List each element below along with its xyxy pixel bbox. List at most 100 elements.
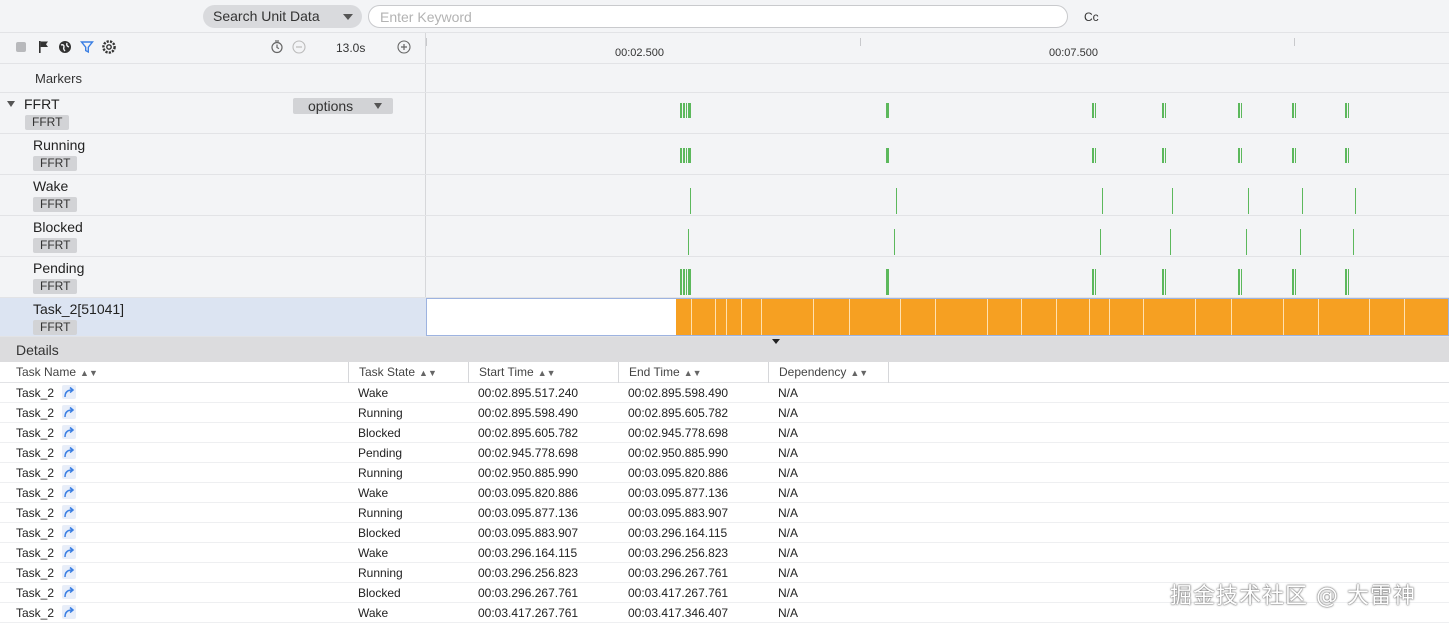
- trace-slice[interactable]: [1092, 269, 1094, 295]
- trace-slice[interactable]: [1355, 188, 1356, 214]
- trace-slice[interactable]: [1172, 188, 1173, 214]
- trace-slice[interactable]: [1292, 103, 1294, 118]
- trace-slice[interactable]: [680, 148, 682, 163]
- zoom-in-icon[interactable]: [397, 40, 411, 54]
- jump-to-icon[interactable]: [62, 385, 76, 399]
- lane-task-2[interactable]: [426, 298, 1449, 337]
- task-slice[interactable]: [1284, 299, 1319, 335]
- table-row[interactable]: Task_2 Wake 00:03.095.820.886 00:03.095.877…: [0, 483, 1449, 503]
- trace-slice[interactable]: [1162, 103, 1164, 118]
- trace-slice[interactable]: [1238, 103, 1240, 118]
- trace-slice[interactable]: [894, 229, 895, 255]
- trace-slice[interactable]: [1295, 148, 1296, 163]
- task-slice[interactable]: [1110, 299, 1144, 335]
- jump-to-icon[interactable]: [62, 505, 76, 519]
- trace-slice[interactable]: [1348, 103, 1349, 118]
- trace-slice[interactable]: [1238, 148, 1240, 163]
- trace-slice[interactable]: [686, 269, 687, 295]
- task-slice[interactable]: [901, 299, 936, 335]
- trace-slice[interactable]: [1295, 269, 1296, 295]
- trace-slice[interactable]: [1248, 188, 1249, 214]
- details-header[interactable]: Details: [0, 337, 1449, 362]
- trace-slice[interactable]: [1348, 148, 1349, 163]
- trace-slice[interactable]: [1345, 148, 1347, 163]
- trace-slice[interactable]: [688, 103, 691, 118]
- zoom-out-icon[interactable]: [292, 40, 306, 54]
- trace-slice[interactable]: [886, 148, 889, 163]
- track-running[interactable]: Running FFRT: [0, 134, 426, 175]
- trace-slice[interactable]: [1345, 269, 1347, 295]
- task-slice[interactable]: [716, 299, 727, 335]
- task-slice[interactable]: [850, 299, 901, 335]
- task-slice[interactable]: [814, 299, 850, 335]
- trace-slice[interactable]: [1095, 269, 1096, 295]
- expand-triangle-icon[interactable]: [7, 101, 15, 107]
- trace-slice[interactable]: [1170, 229, 1171, 255]
- lane-pending[interactable]: [426, 257, 1449, 298]
- lane-wake[interactable]: [426, 175, 1449, 216]
- trace-slice[interactable]: [1092, 103, 1094, 118]
- jump-to-icon[interactable]: [62, 605, 76, 619]
- search-input[interactable]: [368, 5, 1068, 28]
- trace-slice[interactable]: [1165, 148, 1166, 163]
- case-sensitive-toggle[interactable]: Cc: [1084, 10, 1099, 24]
- sort-icon[interactable]: ▲▼: [80, 368, 98, 378]
- task-slice[interactable]: [1232, 299, 1284, 335]
- trace-slice[interactable]: [1302, 188, 1303, 214]
- time-ruler[interactable]: 00:02.500 00:07.500: [426, 33, 1449, 64]
- trace-slice[interactable]: [1345, 103, 1347, 118]
- trace-slice[interactable]: [1095, 103, 1096, 118]
- lane-blocked[interactable]: [426, 216, 1449, 257]
- task-slice[interactable]: [1196, 299, 1232, 335]
- track-wake[interactable]: Wake FFRT: [0, 175, 426, 216]
- column-start-time[interactable]: Start Time ▲▼: [469, 362, 619, 383]
- trace-slice[interactable]: [1246, 229, 1247, 255]
- trace-slice[interactable]: [1095, 148, 1096, 163]
- trace-slice[interactable]: [886, 103, 889, 118]
- trace-slice[interactable]: [690, 188, 691, 214]
- trace-slice[interactable]: [1102, 188, 1103, 214]
- jump-to-icon[interactable]: [62, 465, 76, 479]
- trace-slice[interactable]: [683, 148, 685, 163]
- trace-slice[interactable]: [1162, 148, 1164, 163]
- lane-running[interactable]: [426, 134, 1449, 175]
- options-dropdown[interactable]: options: [293, 98, 393, 114]
- trace-slice[interactable]: [1165, 269, 1166, 295]
- task-slice[interactable]: [1057, 299, 1090, 335]
- trace-slice[interactable]: [688, 229, 689, 255]
- trace-slice[interactable]: [1238, 269, 1240, 295]
- trace-slice[interactable]: [1241, 103, 1242, 118]
- sort-icon[interactable]: ▲▼: [684, 368, 702, 378]
- settings-icon[interactable]: [102, 40, 116, 54]
- jump-to-icon[interactable]: [62, 585, 76, 599]
- trace-slice[interactable]: [1241, 148, 1242, 163]
- trace-slice[interactable]: [1241, 269, 1242, 295]
- task-slice[interactable]: [762, 299, 814, 335]
- jump-to-icon[interactable]: [62, 425, 76, 439]
- trace-slice[interactable]: [683, 103, 685, 118]
- trace-slice[interactable]: [1300, 229, 1301, 255]
- trace-slice[interactable]: [683, 269, 685, 295]
- trace-slice[interactable]: [686, 148, 687, 163]
- trace-slice[interactable]: [1292, 269, 1294, 295]
- track-blocked[interactable]: Blocked FFRT: [0, 216, 426, 257]
- task-slice[interactable]: [1319, 299, 1370, 335]
- table-row[interactable]: Task_2 Wake 00:02.895.517.240 00:02.895.598…: [0, 383, 1449, 403]
- task-slice[interactable]: [1144, 299, 1196, 335]
- trace-slice[interactable]: [1353, 229, 1354, 255]
- clock-reset-icon[interactable]: [270, 40, 284, 54]
- timeline-canvas[interactable]: 00:02.500 00:07.500: [426, 33, 1449, 337]
- trace-slice[interactable]: [680, 269, 682, 295]
- task-slice[interactable]: [742, 299, 762, 335]
- column-dependency[interactable]: Dependency ▲▼: [769, 362, 889, 383]
- trace-slice[interactable]: [1292, 148, 1294, 163]
- task-slice[interactable]: [1090, 299, 1110, 335]
- trace-slice[interactable]: [688, 148, 691, 163]
- column-task-name[interactable]: Task Name ▲▼: [6, 362, 349, 383]
- sort-icon[interactable]: ▲▼: [850, 368, 868, 378]
- table-row[interactable]: Task_2 Pending 00:02.945.778.698 00:02.950.…: [0, 443, 1449, 463]
- sort-icon[interactable]: ▲▼: [538, 368, 556, 378]
- trace-slice[interactable]: [686, 103, 687, 118]
- jump-to-icon[interactable]: [62, 405, 76, 419]
- task-slice[interactable]: [988, 299, 1022, 335]
